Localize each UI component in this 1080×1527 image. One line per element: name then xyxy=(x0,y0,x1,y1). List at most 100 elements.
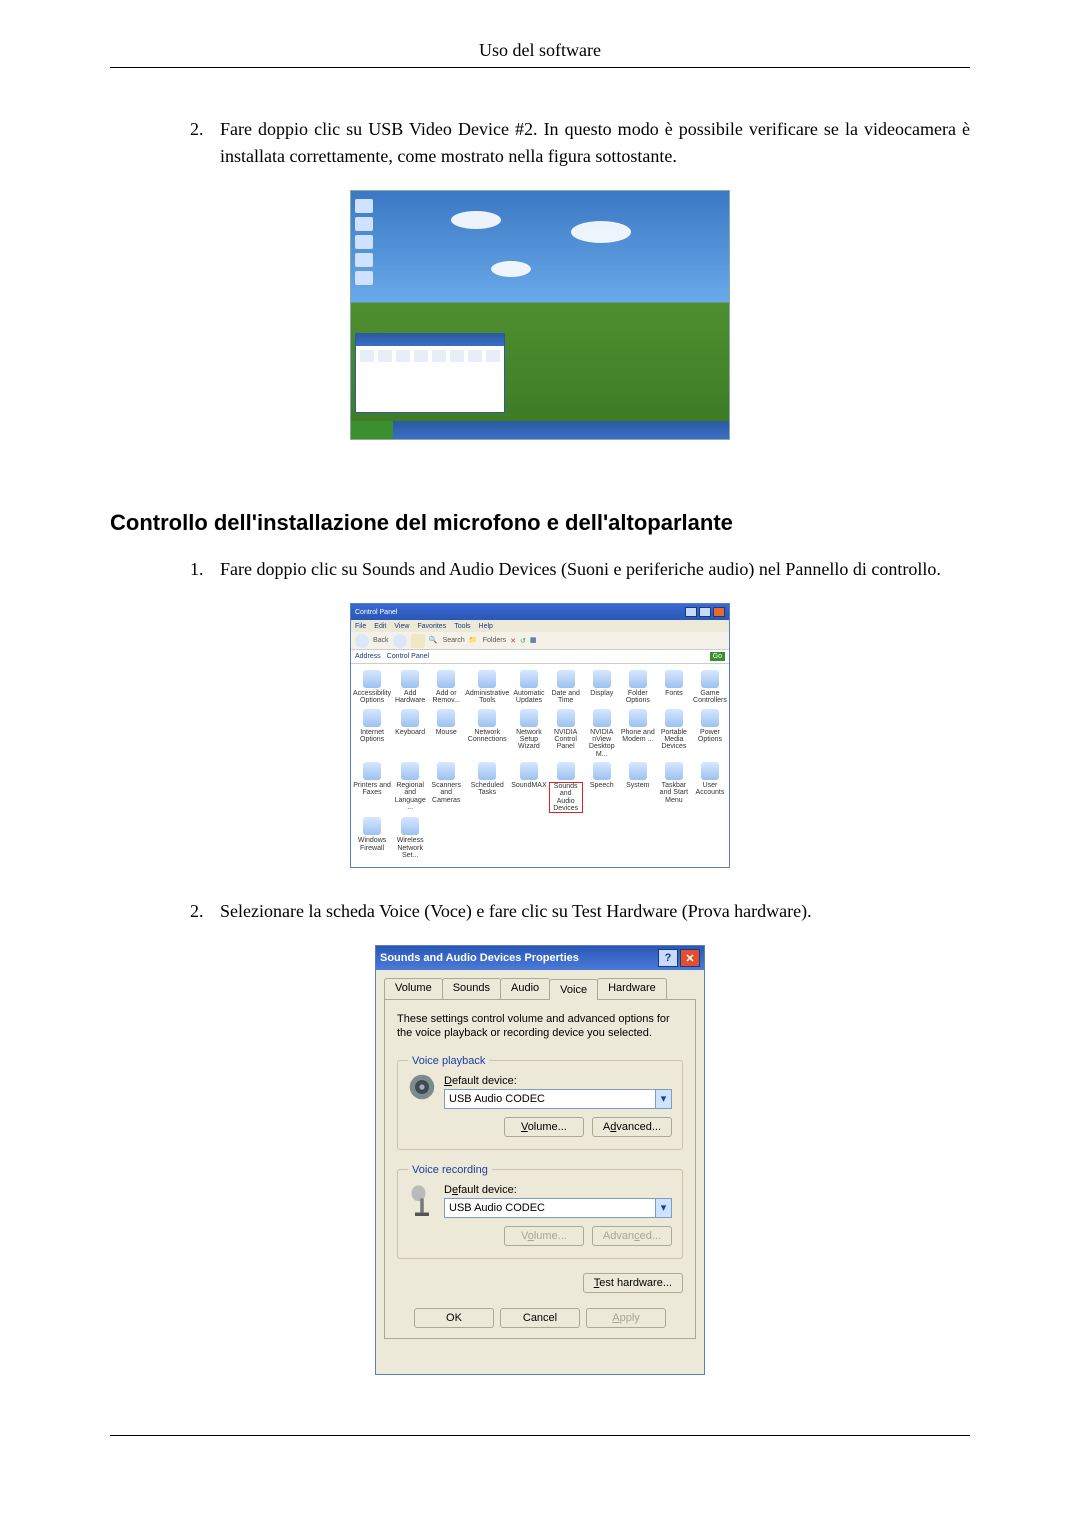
cp-item-icon xyxy=(520,709,538,727)
chevron-down-icon: ▾ xyxy=(655,1090,671,1108)
help-icon[interactable]: ? xyxy=(658,949,678,967)
menu-help[interactable]: Help xyxy=(479,623,493,630)
forward-icon[interactable] xyxy=(393,634,407,648)
tab-audio[interactable]: Audio xyxy=(500,978,550,999)
control-panel-item[interactable]: Automatic Updates xyxy=(511,670,546,705)
control-panel-item[interactable]: Power Options xyxy=(693,709,727,758)
control-panel-item[interactable]: Scanners and Cameras xyxy=(429,762,463,813)
control-panel-item[interactable]: Accessibility Options xyxy=(353,670,391,705)
ok-button[interactable]: OK xyxy=(414,1308,494,1328)
titlebar: Control Panel xyxy=(351,604,729,620)
menu-tools[interactable]: Tools xyxy=(454,623,470,630)
control-panel-item[interactable]: Date and Time xyxy=(549,670,583,705)
cp-item-label: Keyboard xyxy=(395,729,425,736)
cp-item-label: Printers and Faxes xyxy=(353,782,391,797)
voice-recording-group: Voice recording Default device: USB Audi… xyxy=(397,1164,683,1259)
control-panel-item[interactable]: Regional and Language ... xyxy=(393,762,427,813)
control-panel-item[interactable]: NVIDIA nView Desktop M... xyxy=(585,709,619,758)
menu-view[interactable]: View xyxy=(394,623,409,630)
page-header: Uso del software xyxy=(110,40,970,76)
control-panel-item[interactable]: Speech xyxy=(585,762,619,813)
recording-device-select[interactable]: USB Audio CODEC ▾ xyxy=(444,1198,672,1218)
menu-edit[interactable]: Edit xyxy=(374,623,386,630)
control-panel-item[interactable]: Portable Media Devices xyxy=(657,709,691,758)
list-text: Selezionare la scheda Voice (Voce) e far… xyxy=(220,898,970,925)
cp-item-label: Sounds and Audio Devices xyxy=(549,782,583,813)
control-panel-item[interactable]: User Accounts xyxy=(693,762,727,813)
recording-volume-button: Volume... xyxy=(504,1226,584,1246)
undo-icon[interactable]: ↺ xyxy=(520,637,526,645)
control-panel-item[interactable]: Display xyxy=(585,670,619,705)
playback-device-select[interactable]: USB Audio CODEC ▾ xyxy=(444,1089,672,1109)
views-icon[interactable]: ▦ xyxy=(530,636,540,646)
tab-sounds[interactable]: Sounds xyxy=(442,978,501,999)
cp-item-label: Game Controllers xyxy=(693,690,727,705)
list-number: 1. xyxy=(190,556,220,583)
maximize-icon[interactable] xyxy=(699,607,711,617)
control-panel-item[interactable]: NVIDIA Control Panel xyxy=(549,709,583,758)
delete-icon[interactable]: ✕ xyxy=(510,637,516,645)
control-panel-item[interactable]: Scheduled Tasks xyxy=(465,762,509,813)
control-panel-item[interactable]: Sounds and Audio Devices xyxy=(549,762,583,813)
cp-item-label: Display xyxy=(590,690,613,697)
folders-label: Folders xyxy=(483,637,506,644)
toolbar: Back 🔍 Search 📁 Folders ✕ ↺ ▦ xyxy=(351,632,729,650)
go-button[interactable]: Go xyxy=(710,652,725,661)
control-panel-item[interactable]: Internet Options xyxy=(353,709,391,758)
close-icon[interactable] xyxy=(713,607,725,617)
cp-item-icon xyxy=(665,709,683,727)
tab-hardware[interactable]: Hardware xyxy=(597,978,667,999)
control-panel-item[interactable]: Windows Firewall xyxy=(353,817,391,859)
control-panel-item[interactable]: Add Hardware xyxy=(393,670,427,705)
control-panel-item[interactable]: Network Setup Wizard xyxy=(511,709,546,758)
address-value[interactable]: Control Panel xyxy=(387,653,429,660)
cp-item-icon xyxy=(363,709,381,727)
cancel-button[interactable]: Cancel xyxy=(500,1308,580,1328)
back-icon[interactable] xyxy=(355,634,369,648)
tab-volume[interactable]: Volume xyxy=(384,978,443,999)
cp-item-label: Phone and Modem ... xyxy=(621,729,655,744)
menu-favorites[interactable]: Favorites xyxy=(417,623,446,630)
control-panel-icons: Accessibility OptionsAdd HardwareAdd or … xyxy=(351,664,729,865)
control-panel-item[interactable]: Add or Remov... xyxy=(429,670,463,705)
control-panel-item[interactable]: Mouse xyxy=(429,709,463,758)
control-panel-item[interactable]: System xyxy=(621,762,655,813)
playback-advanced-button[interactable]: Advanced... xyxy=(592,1117,672,1137)
folders-icon[interactable]: 📁 xyxy=(469,636,479,646)
voice-playback-legend: Voice playback xyxy=(408,1055,489,1067)
footer-rule xyxy=(110,1435,970,1436)
test-hardware-button[interactable]: Test hardware... xyxy=(583,1273,683,1293)
tab-voice[interactable]: Voice xyxy=(549,979,598,1000)
cp-item-icon xyxy=(701,670,719,688)
sound-properties-dialog: Sounds and Audio Devices Properties ? ✕ … xyxy=(375,945,705,1375)
cp-item-label: Scanners and Cameras xyxy=(429,782,463,804)
list-item-2a: 2. Fare doppio clic su USB Video Device … xyxy=(190,116,970,170)
control-panel-item[interactable]: Phone and Modem ... xyxy=(621,709,655,758)
cp-item-icon xyxy=(665,670,683,688)
control-panel-item[interactable]: Wireless Network Set... xyxy=(393,817,427,859)
pane-description: These settings control volume and advanc… xyxy=(397,1012,683,1041)
search-icon[interactable]: 🔍 xyxy=(429,636,439,646)
control-panel-item[interactable]: Administrative Tools xyxy=(465,670,509,705)
cp-item-icon xyxy=(629,709,647,727)
cp-item-icon xyxy=(363,817,381,835)
playback-volume-button[interactable]: Volume... xyxy=(504,1117,584,1137)
cp-item-label: Taskbar and Start Menu xyxy=(657,782,691,804)
up-icon[interactable] xyxy=(411,634,425,648)
control-panel-item[interactable]: Taskbar and Start Menu xyxy=(657,762,691,813)
control-panel-item[interactable]: Keyboard xyxy=(393,709,427,758)
cp-item-label: Regional and Language ... xyxy=(393,782,427,811)
control-panel-item[interactable]: Folder Options xyxy=(621,670,655,705)
control-panel-item[interactable]: SoundMAX xyxy=(511,762,546,813)
control-panel-item[interactable]: Network Connections xyxy=(465,709,509,758)
control-panel-item[interactable]: Printers and Faxes xyxy=(353,762,391,813)
minimize-icon[interactable] xyxy=(685,607,697,617)
cp-item-label: User Accounts xyxy=(693,782,727,797)
close-icon[interactable]: ✕ xyxy=(680,949,700,967)
control-panel-item[interactable]: Game Controllers xyxy=(693,670,727,705)
cp-item-icon xyxy=(557,709,575,727)
menu-file[interactable]: File xyxy=(355,623,366,630)
cp-item-icon xyxy=(437,670,455,688)
cp-item-icon xyxy=(363,670,381,688)
control-panel-item[interactable]: Fonts xyxy=(657,670,691,705)
